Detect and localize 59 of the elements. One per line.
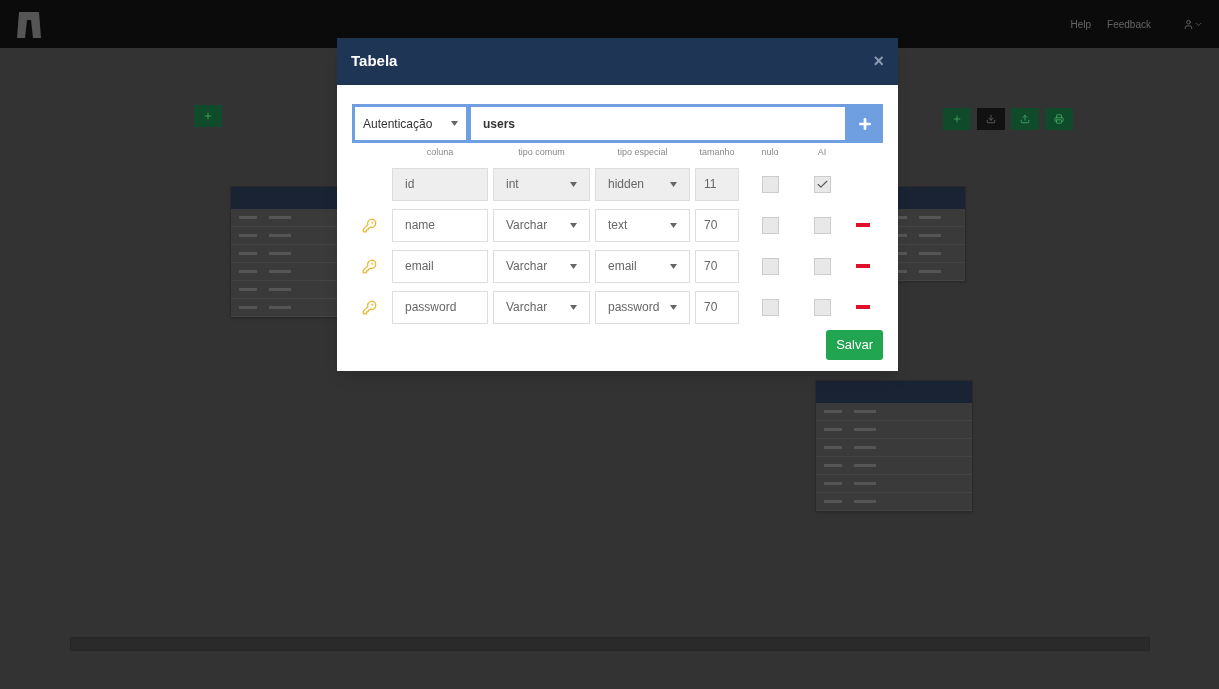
printer-icon	[1054, 114, 1064, 124]
type-select[interactable]: Varchar	[493, 249, 590, 283]
modal-title: Tabela	[351, 51, 398, 72]
checkbox[interactable]	[761, 298, 779, 316]
nav-link[interactable]: Help	[1070, 16, 1092, 32]
caret-icon	[670, 263, 677, 269]
remove-button[interactable]	[856, 305, 870, 309]
upload-button[interactable]	[1011, 108, 1039, 130]
print-button[interactable]	[1045, 108, 1073, 130]
column-name-field[interactable]: email	[392, 249, 488, 283]
caret-icon	[670, 222, 677, 228]
size-field[interactable]: 70	[695, 290, 739, 324]
remove-button[interactable]	[856, 264, 870, 268]
caret-icon	[570, 263, 577, 269]
close-button[interactable]: ×	[873, 48, 884, 75]
column-header: tipo especial	[616, 146, 669, 159]
column-name-field[interactable]: name	[392, 208, 488, 242]
user-icon	[1183, 18, 1194, 30]
download-icon	[986, 114, 996, 124]
column-header: coluna	[425, 146, 455, 159]
caret-icon	[570, 181, 577, 187]
special-type-select[interactable]: email	[595, 249, 690, 283]
column-header: tipo comum	[517, 146, 566, 159]
size-field[interactable]: 70	[695, 208, 739, 242]
column-name-field[interactable]: password	[392, 290, 488, 324]
upload-icon	[1020, 114, 1030, 124]
key-icon[interactable]	[362, 217, 377, 233]
plus-icon	[203, 111, 213, 121]
checkbox[interactable]	[761, 216, 779, 234]
special-type-select[interactable]: password	[595, 290, 690, 324]
type-select[interactable]: Varchar	[493, 208, 590, 242]
remove-button[interactable]	[856, 223, 870, 227]
column-header: tamanho	[698, 146, 736, 159]
nav-link[interactable]: Feedback	[1107, 16, 1151, 32]
caret-icon	[451, 121, 458, 126]
special-type-select[interactable]: text	[595, 208, 690, 242]
plus-icon	[857, 115, 873, 132]
add-button[interactable]	[943, 108, 971, 130]
module-select[interactable]: Autenticação	[355, 107, 466, 140]
checkbox[interactable]	[761, 257, 779, 275]
plus-icon	[952, 114, 962, 124]
caret-icon	[670, 181, 677, 187]
checkbox[interactable]	[813, 257, 831, 275]
key-icon[interactable]	[362, 299, 377, 315]
caret-icon	[670, 304, 677, 310]
user-menu[interactable]	[1183, 18, 1203, 30]
column-header: nulo	[760, 146, 780, 159]
checkbox[interactable]	[813, 298, 831, 316]
type-select[interactable]: Varchar	[493, 290, 590, 324]
table-name-field[interactable]: users	[471, 107, 845, 140]
column-header: AI	[816, 146, 828, 159]
checkbox[interactable]	[813, 216, 831, 234]
add-button[interactable]	[194, 105, 222, 127]
size-field[interactable]: 70	[695, 249, 739, 283]
download-button[interactable]	[977, 108, 1005, 130]
caret-icon	[570, 304, 577, 310]
caret-icon	[570, 222, 577, 228]
save-button[interactable]: Salvar	[826, 329, 883, 360]
key-icon[interactable]	[362, 258, 377, 274]
